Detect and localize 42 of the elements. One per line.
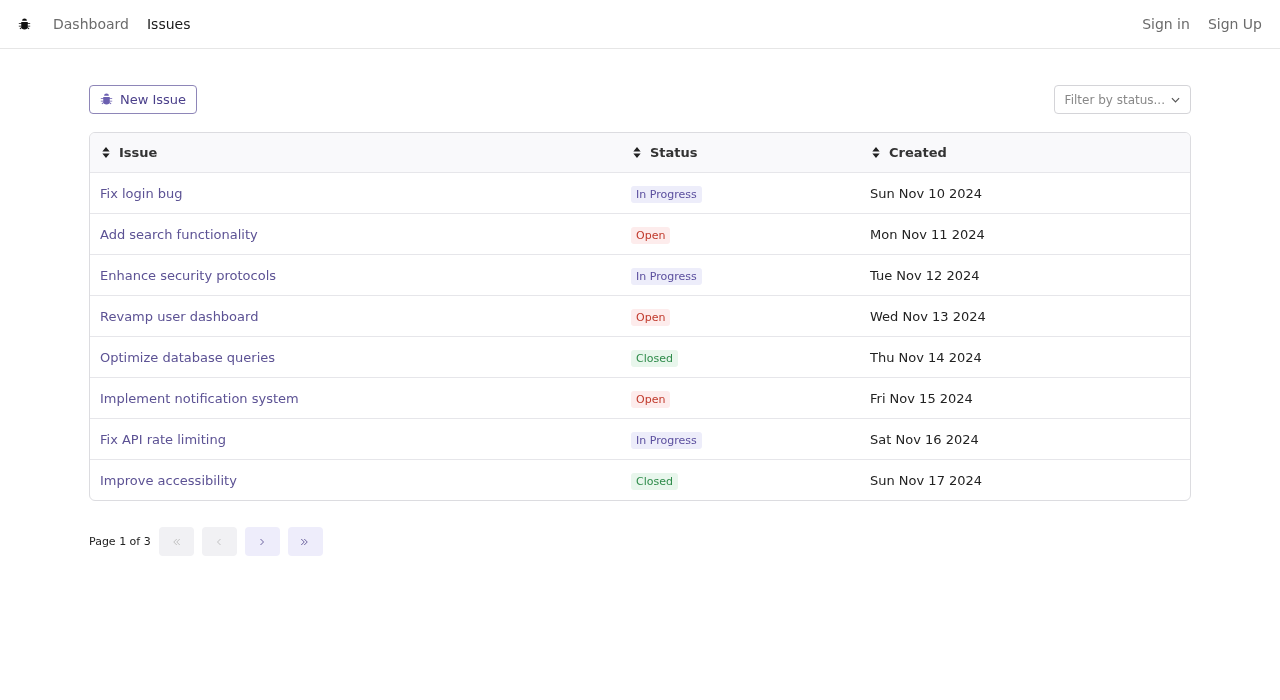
issue-link[interactable]: Implement notification system	[100, 390, 299, 406]
bug-icon	[100, 93, 113, 106]
issue-link[interactable]: Optimize database queries	[100, 349, 276, 365]
column-header[interactable]: Created	[860, 145, 1190, 160]
issue-link[interactable]: Add search functionality	[100, 226, 258, 242]
created-date: Thu Nov 14 2024	[870, 349, 982, 365]
new-issue-button[interactable]: New Issue	[89, 85, 198, 114]
sort-icon	[872, 147, 880, 158]
auth-link[interactable]: Sign Up	[1207, 16, 1262, 32]
last-page-button[interactable]	[287, 527, 323, 556]
created-date: Mon Nov 11 2024	[870, 226, 985, 242]
issue-link[interactable]: Fix API rate limiting	[100, 431, 226, 447]
auth-link[interactable]: Sign in	[1142, 16, 1190, 32]
nav-link[interactable]: Dashboard	[53, 16, 129, 32]
created-date: Sat Nov 16 2024	[870, 431, 979, 447]
status-badge: Open	[631, 390, 671, 408]
sort-icon	[102, 147, 110, 158]
status-badge: In Progress	[631, 431, 702, 449]
issue-link[interactable]: Improve accessibility	[100, 472, 237, 488]
sort-icon	[633, 147, 641, 158]
page-indicator: Page 1 of 3	[89, 535, 151, 548]
issue-link[interactable]: Revamp user dashboard	[100, 308, 259, 324]
created-date: Fri Nov 15 2024	[870, 390, 973, 406]
status-badge: In Progress	[631, 185, 702, 203]
chevron-down-icon	[1171, 96, 1180, 103]
issue-link[interactable]: Enhance security protocols	[100, 267, 276, 283]
next-page-button[interactable]	[244, 527, 280, 556]
issue-link[interactable]: Fix login bug	[100, 185, 183, 201]
nav-link[interactable]: Issues	[146, 16, 191, 32]
status-badge: In Progress	[631, 267, 702, 285]
status-badge: Closed	[631, 472, 678, 490]
created-date: Sun Nov 17 2024	[870, 472, 983, 488]
status-badge: Closed	[631, 349, 678, 367]
bug-icon	[18, 17, 31, 31]
column-header[interactable]: Status	[621, 145, 860, 160]
created-date: Sun Nov 10 2024	[870, 185, 983, 201]
status-badge: Open	[631, 226, 671, 244]
status-filter-dropdown[interactable]: Filter by status...	[1053, 85, 1191, 114]
column-header[interactable]: Issue	[90, 145, 621, 160]
status-badge: Open	[631, 308, 671, 326]
created-date: Wed Nov 13 2024	[870, 308, 986, 324]
created-date: Tue Nov 12 2024	[870, 267, 980, 283]
